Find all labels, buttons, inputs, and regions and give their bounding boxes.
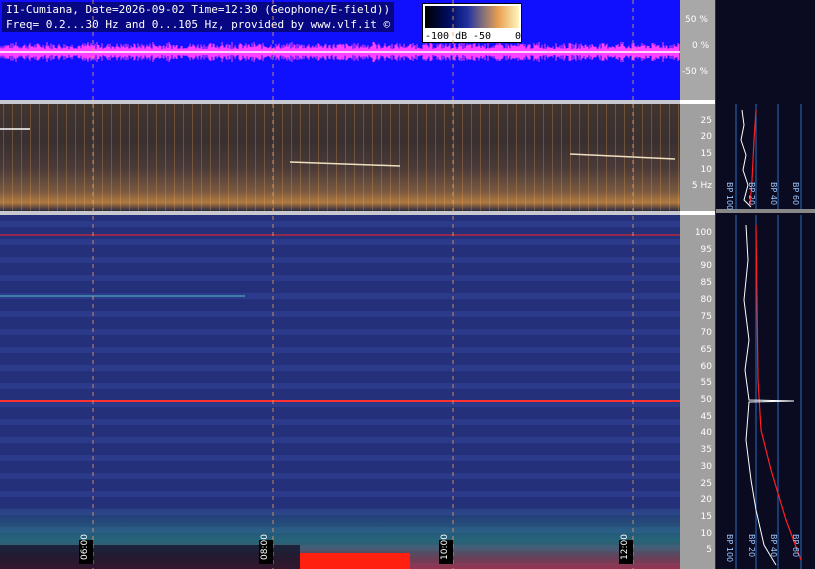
colorbar: -100 dB -50 0 <box>422 3 522 43</box>
upper-bp-label-2: BP 40 <box>769 182 778 206</box>
colorbar-label-max: 0 <box>515 31 522 42</box>
colorbar-label-mid: -50 <box>473 31 492 42</box>
lower-tick-85: 85 <box>700 278 712 289</box>
time-label-box: 08:00 <box>259 534 273 564</box>
lower-bp-label-0: BP 100 <box>725 534 734 563</box>
lower-tick-10: 10 <box>700 528 712 539</box>
lower-tick-75: 75 <box>700 311 712 322</box>
profile-plot <box>716 104 815 569</box>
lower-tick-90: 90 <box>700 261 712 272</box>
time-label-box: 06:00 <box>79 534 93 564</box>
lower-bp-label-1: BP 20 <box>747 534 756 558</box>
upper-spectrogram <box>0 104 680 211</box>
colorbar-label-min: -100 dB <box>425 31 468 42</box>
upper-tone-line-2 <box>569 153 676 160</box>
frequency-scale: 50 % 0 % -50 % 25 20 15 10 5 Hz 100 95 90 85 80 7… <box>680 0 715 569</box>
upper-tick-5hz: 5 Hz <box>691 181 712 192</box>
upper-tick-15: 15 <box>700 148 712 159</box>
time-label-1000: 10:00 <box>440 534 450 560</box>
lower-tick-30: 30 <box>700 461 712 472</box>
waveform-trace <box>0 42 680 62</box>
spectrum-profile-panel: BP 100 BP 20 BP 40 BP 60 BP 100 BP 20 BP 40 BP… <box>715 0 815 569</box>
lower-bp-label-3: BP 60 <box>791 534 800 558</box>
upper-bp-label-1: BP 20 <box>747 182 756 206</box>
station-header: I1-Cumiana, Date=2026-09-02 Time=12:30 (… <box>2 2 395 32</box>
upper-bp-label-0: BP 100 <box>725 182 734 211</box>
waveform-scale: 50 % 0 % -50 % <box>680 0 715 100</box>
lower-tick-80: 80 <box>700 294 712 305</box>
red-noise-block <box>300 553 410 569</box>
time-label-box: 12:00 <box>619 534 633 564</box>
time-label-0600: 06:00 <box>80 534 90 560</box>
upper-tick-10: 10 <box>700 164 712 175</box>
profile-grid <box>735 104 802 569</box>
colorbar-gradient <box>425 6 519 28</box>
scale-divider <box>680 100 715 104</box>
lower-tick-65: 65 <box>700 344 712 355</box>
lower-tick-95: 95 <box>700 244 712 255</box>
lower-tick-55: 55 <box>700 378 712 389</box>
lower-tick-50: 50 <box>700 395 712 405</box>
lower-tick-70: 70 <box>700 328 712 339</box>
upper-tick-20: 20 <box>700 132 712 143</box>
wave-scale-0: 0 % <box>692 41 710 51</box>
header-line-2: Freq= 0.2...30 Hz and 0...105 Hz, provid… <box>6 18 391 31</box>
upper-tick-25: 25 <box>700 116 712 126</box>
time-label-1200: 12:00 <box>620 534 630 560</box>
waveform-panel: I1-Cumiana, Date=2026-09-02 Time=12:30 (… <box>0 0 680 100</box>
header-line-1: I1-Cumiana, Date=2026-09-02 Time=12:30 (… <box>6 3 391 16</box>
upper-tone-line-1 <box>289 161 401 167</box>
lower-spectrogram <box>0 215 680 569</box>
lower-tick-15: 15 <box>700 511 712 522</box>
upper-spectrogram-overlay <box>0 128 676 167</box>
lower-tick-100: 100 <box>694 228 712 238</box>
lower-tick-45: 45 <box>700 411 712 422</box>
lower-spectrogram-overlay <box>0 234 680 569</box>
lower-tick-60: 60 <box>700 361 712 372</box>
wave-scale-minus-50: -50 % <box>682 67 709 77</box>
lower-bp-label-2: BP 40 <box>769 534 778 558</box>
lower-tick-5: 5 <box>706 545 712 556</box>
time-label-0800: 08:00 <box>260 534 270 560</box>
wave-scale-50: 50 % <box>685 15 708 25</box>
scale-divider <box>680 211 715 215</box>
dark-noise-block <box>0 545 300 569</box>
lower-tick-20: 20 <box>700 495 712 506</box>
lower-tick-35: 35 <box>700 445 712 456</box>
lower-spectrum-trace <box>743 224 795 566</box>
time-label-box: 10:00 <box>439 534 453 564</box>
lower-tick-25: 25 <box>700 478 712 489</box>
upper-bp-label-3: BP 60 <box>791 182 800 206</box>
lower-tick-40: 40 <box>700 428 712 439</box>
